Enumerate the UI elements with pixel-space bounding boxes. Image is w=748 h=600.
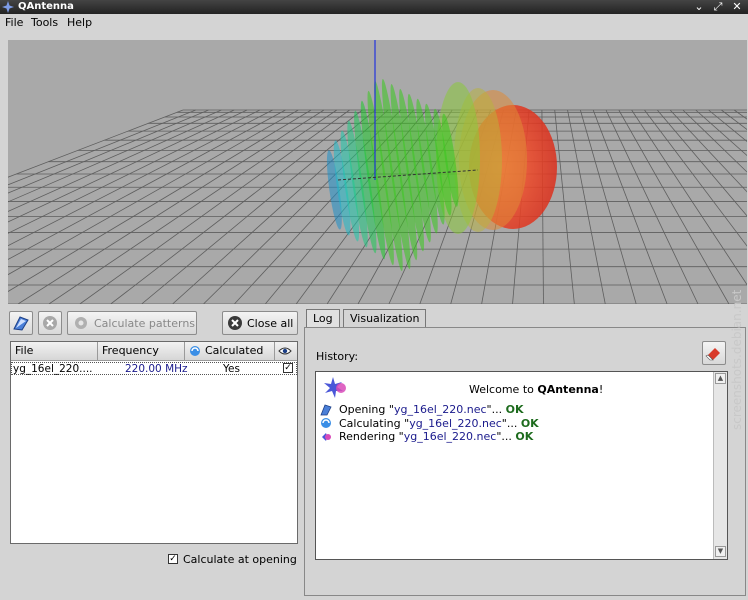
table-row[interactable]: yg_16el_220.... 220.00 MHz Yes ✓ bbox=[11, 362, 297, 375]
log-line-opening: Opening "yg_16el_220.nec"... OK bbox=[339, 403, 523, 416]
open-file-icon bbox=[13, 316, 29, 331]
column-header-file-label: File bbox=[15, 344, 34, 357]
welcome-app-name: QAntenna bbox=[537, 383, 599, 396]
column-header-frequency-label: Frequency bbox=[102, 344, 159, 357]
log-status: OK bbox=[505, 403, 524, 416]
scroll-up-icon[interactable]: ▲ bbox=[715, 373, 726, 384]
log-line-calculating: Calculating "yg_16el_220.nec"... OK bbox=[339, 417, 539, 430]
log-file: yg_16el_220.nec bbox=[393, 403, 487, 416]
render-icon bbox=[322, 433, 331, 441]
title-bar: QAntenna ⌄ ⤢ ✕ bbox=[0, 0, 748, 14]
column-header-calculated[interactable]: Calculated bbox=[185, 342, 275, 361]
qantenna-logo-icon bbox=[324, 377, 346, 398]
menu-file[interactable]: File bbox=[5, 16, 23, 30]
column-header-file[interactable]: File bbox=[11, 342, 98, 361]
menubar: File Tools Help bbox=[0, 14, 748, 32]
log-prefix: Calculating " bbox=[339, 417, 410, 430]
clear-history-button[interactable] bbox=[702, 341, 726, 365]
log-prefix: Opening " bbox=[339, 403, 394, 416]
log-status: OK bbox=[520, 417, 539, 430]
log-suffix: "... bbox=[501, 417, 521, 430]
minimize-icon[interactable]: ⌄ bbox=[693, 1, 705, 13]
calculated-icon bbox=[190, 346, 200, 356]
watermark: screenshots.debian.net bbox=[730, 289, 744, 430]
row-frequency: 220.00 MHz bbox=[125, 363, 188, 375]
tab-log[interactable]: Log bbox=[306, 309, 340, 329]
welcome-message: Welcome to QAntenna! bbox=[469, 383, 603, 396]
open-file-button[interactable] bbox=[9, 311, 33, 335]
maximize-icon[interactable]: ⤢ bbox=[712, 1, 724, 13]
log-file: yg_16el_220.nec bbox=[409, 417, 502, 430]
history-log bbox=[315, 371, 728, 560]
file-table[interactable]: File Frequency Calculated yg_16el_220...… bbox=[10, 341, 298, 544]
tab-visualization[interactable]: Visualization bbox=[343, 309, 427, 328]
history-scrollbar[interactable]: ▲ ▼ bbox=[713, 372, 727, 559]
welcome-suffix: ! bbox=[598, 383, 604, 396]
calculate-icon bbox=[321, 418, 331, 428]
log-status: OK bbox=[515, 430, 534, 443]
column-header-visible[interactable] bbox=[275, 342, 297, 361]
row-visible-checkbox[interactable]: ✓ bbox=[283, 363, 293, 373]
log-suffix: "... bbox=[496, 430, 516, 443]
radiation-pattern-3d-view[interactable] bbox=[8, 40, 747, 304]
row-calculated: Yes bbox=[223, 363, 240, 375]
calculate-patterns-button[interactable]: Calculate patterns bbox=[67, 311, 197, 335]
menu-tools[interactable]: Tools bbox=[31, 16, 58, 30]
open-file-icon bbox=[320, 404, 332, 416]
remove-file-button[interactable] bbox=[38, 311, 62, 335]
column-header-frequency[interactable]: Frequency bbox=[98, 342, 185, 361]
log-file: yg_16el_220.nec bbox=[403, 430, 497, 443]
radiation-pattern-canvas bbox=[8, 40, 747, 304]
window-title: QAntenna bbox=[18, 1, 74, 12]
side-lobes bbox=[326, 78, 459, 272]
row-file: yg_16el_220.... bbox=[13, 363, 93, 375]
calculate-patterns-label: Calculate patterns bbox=[94, 317, 196, 330]
log-suffix: "... bbox=[486, 403, 506, 416]
log-prefix: Rendering " bbox=[339, 430, 404, 443]
menu-help[interactable]: Help bbox=[67, 16, 92, 30]
welcome-prefix: Welcome to bbox=[469, 383, 538, 396]
column-header-calculated-label: Calculated bbox=[205, 344, 264, 357]
calc-at-opening-label: Calculate at opening bbox=[183, 553, 297, 566]
calc-at-opening-checkbox[interactable]: ✓ bbox=[168, 554, 178, 564]
close-icon[interactable]: ✕ bbox=[731, 1, 743, 13]
close-all-label: Close all bbox=[247, 317, 294, 330]
close-all-icon bbox=[228, 316, 242, 330]
gear-icon bbox=[75, 317, 87, 329]
log-line-rendering: Rendering "yg_16el_220.nec"... OK bbox=[339, 430, 533, 443]
remove-icon bbox=[43, 316, 57, 330]
history-label: History: bbox=[316, 350, 359, 363]
app-icon bbox=[2, 1, 14, 13]
close-all-button[interactable]: Close all bbox=[222, 311, 298, 335]
eraser-icon bbox=[705, 348, 720, 361]
scroll-down-icon[interactable]: ▼ bbox=[715, 546, 726, 557]
eye-icon bbox=[278, 347, 292, 355]
